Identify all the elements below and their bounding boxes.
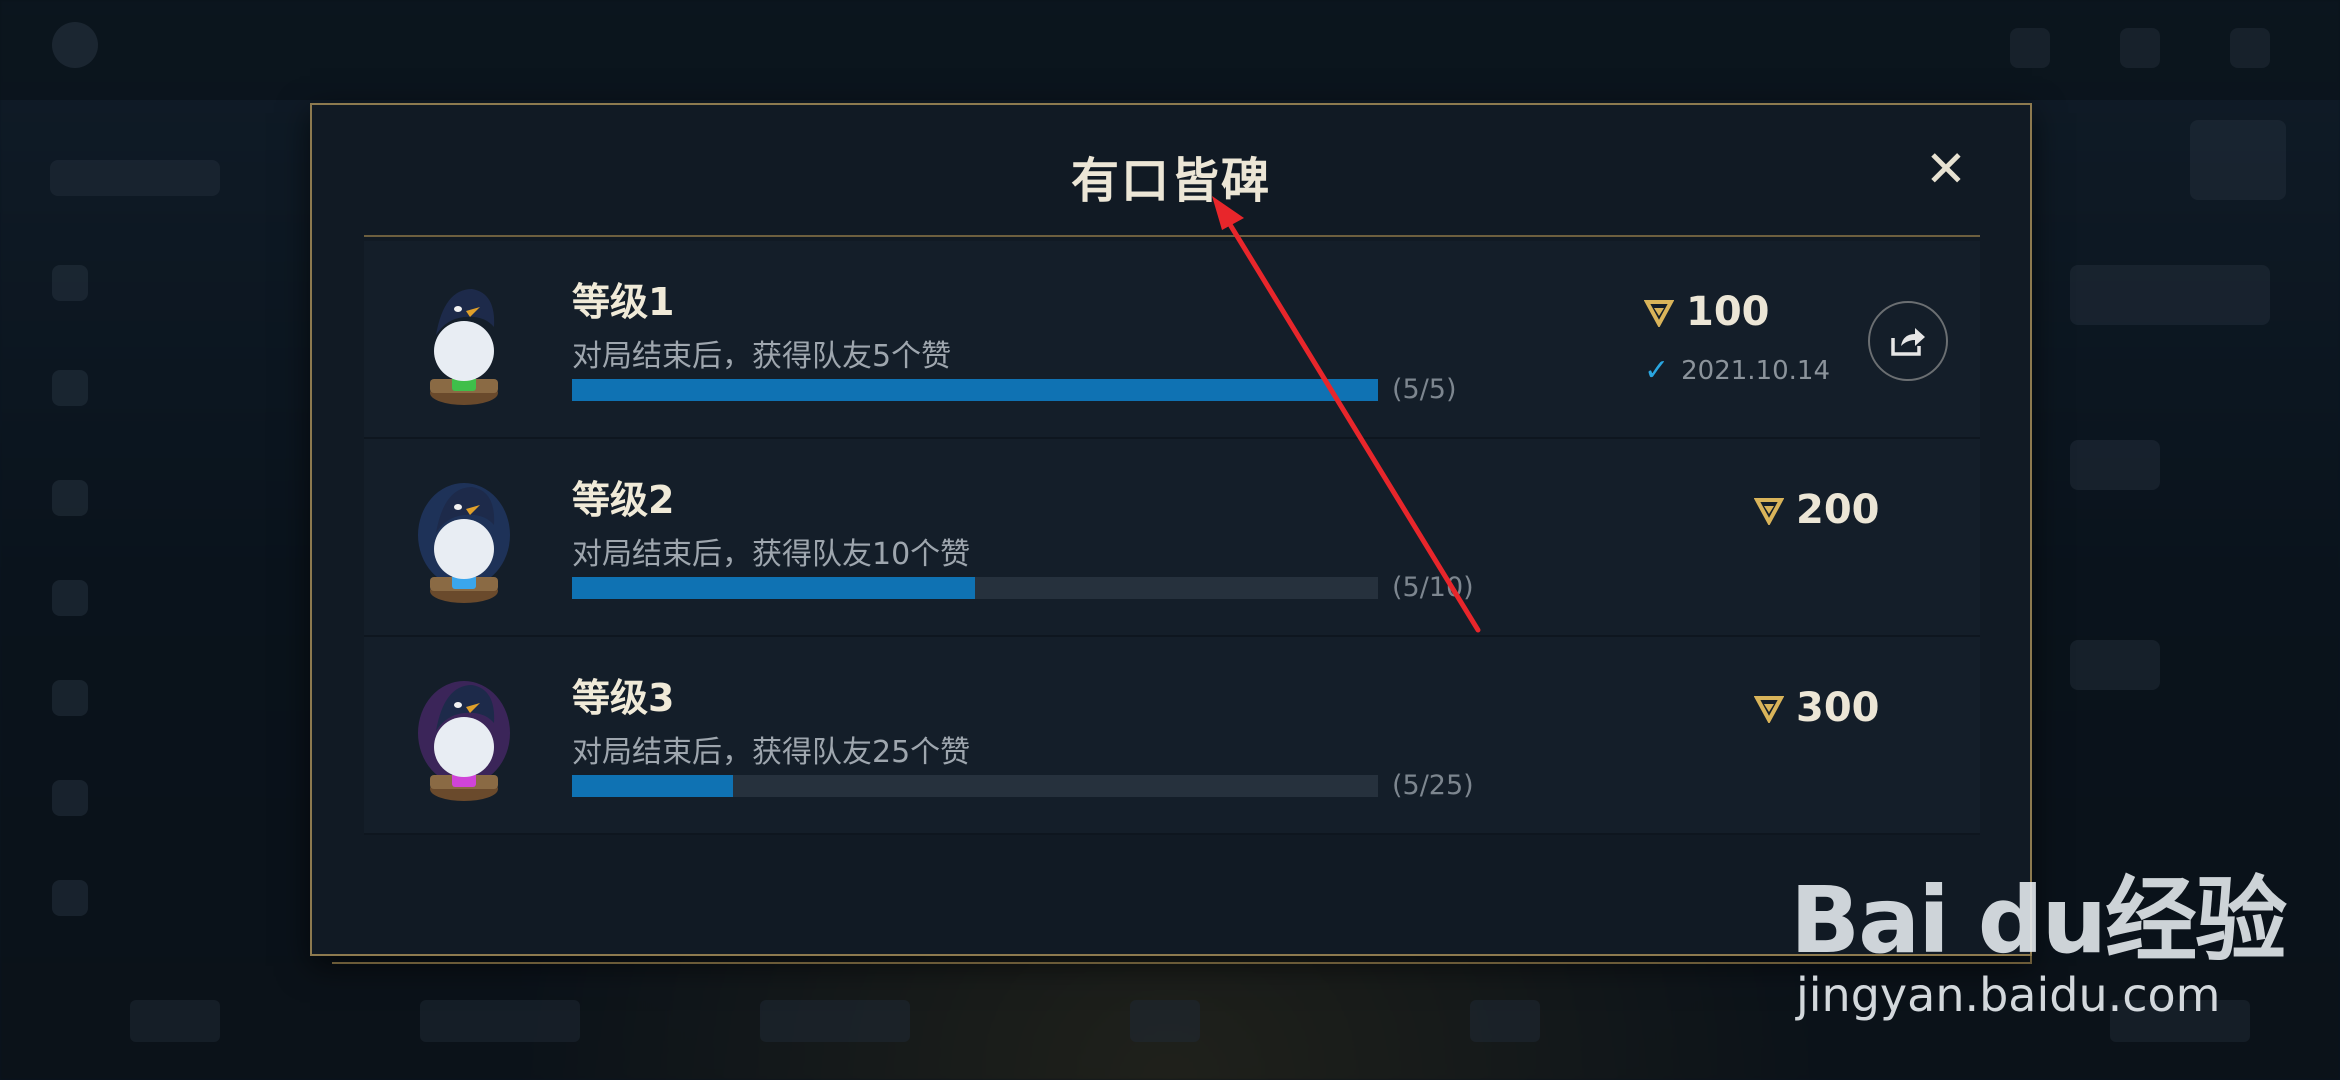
penguin-trophy-icon [418,483,510,603]
background-right-panel [2070,440,2160,490]
penguin-trophy-icon [418,681,510,801]
reward-value: 300 [1796,685,1880,731]
progress-count: (5/25) [1392,770,1474,801]
background-side-icon [52,370,88,406]
progress-fill [572,379,1378,401]
tier-name: 等级3 [572,676,675,720]
background-logo [52,22,98,68]
background-top-bar [0,0,2340,100]
background-side-icon [52,680,88,716]
background-bottom-tab [130,1000,220,1042]
progress-bar [572,577,1378,599]
background-side-icon [52,780,88,816]
check-icon: ✓ [1644,353,1670,388]
background-top-icon [2230,28,2270,68]
gold-token-icon [1754,696,1784,723]
tier-description: 对局结束后，获得队友25个赞 [572,735,971,770]
background-top-icon [2120,28,2160,68]
tier-row-2: 等级2 对局结束后，获得队友10个赞 (5/10) 200 [364,439,1980,637]
watermark-site: jingyan.baidu.com [1796,968,2221,1022]
watermark-brand: Bai du经验 [1790,867,2287,974]
achievement-dialog: 有口皆碑 ✕ 等级1 对局结束后，获得队友5个赞 (5/5) 100 ✓ 202… [310,103,2032,964]
reward-value: 200 [1796,487,1880,533]
share-button[interactable] [1868,301,1948,381]
progress-count: (5/10) [1392,572,1474,603]
background-right-panel [2070,265,2270,325]
gold-token-icon [1754,498,1784,525]
claimed-status: ✓ 2021.10.14 [1644,353,1830,388]
tier-description: 对局结束后，获得队友5个赞 [572,339,952,374]
watermark: Bai du经验 jingyan.baidu.com [1790,828,2310,1038]
background-bottom-tab [1130,1000,1200,1042]
reward: 300 [1754,685,1880,731]
background-side-icon [52,265,88,301]
dialog-title: 有口皆碑 [1070,153,1271,209]
background-bottom-tab [1470,1000,1540,1042]
tier-name: 等级1 [572,280,675,324]
tier-list: 等级1 对局结束后，获得队友5个赞 (5/5) 100 ✓ 2021.10.14 [364,241,1980,835]
progress-fill [572,577,975,599]
tier-name: 等级2 [572,478,675,522]
background-right-panel [2070,640,2160,690]
tier-description: 对局结束后，获得队友10个赞 [572,537,971,572]
background-side-icon [52,880,88,916]
background-bottom-tab [760,1000,910,1042]
background-bottom-tab [420,1000,580,1042]
share-icon [1891,328,1925,356]
background-avatar [2190,120,2286,200]
background-profile-block [50,160,220,196]
reward: 200 [1754,487,1880,533]
progress-count: (5/5) [1392,374,1457,405]
background-side-icon [52,580,88,616]
progress-bar [572,775,1378,797]
progress-fill [572,775,734,797]
gold-token-icon [1644,300,1674,327]
background-top-icon [2010,28,2050,68]
penguin-trophy-icon [430,289,498,405]
tier-row-1: 等级1 对局结束后，获得队友5个赞 (5/5) 100 ✓ 2021.10.14 [364,241,1980,439]
background-side-icon [52,480,88,516]
reward: 100 [1644,289,1770,335]
title-divider [364,235,1980,237]
tier-row-3: 等级3 对局结束后，获得队友25个赞 (5/25) 300 [364,637,1980,835]
progress-bar [572,379,1378,401]
reward-value: 100 [1686,289,1770,335]
claimed-date: 2021.10.14 [1681,355,1831,386]
close-icon[interactable]: ✕ [1922,144,1970,194]
